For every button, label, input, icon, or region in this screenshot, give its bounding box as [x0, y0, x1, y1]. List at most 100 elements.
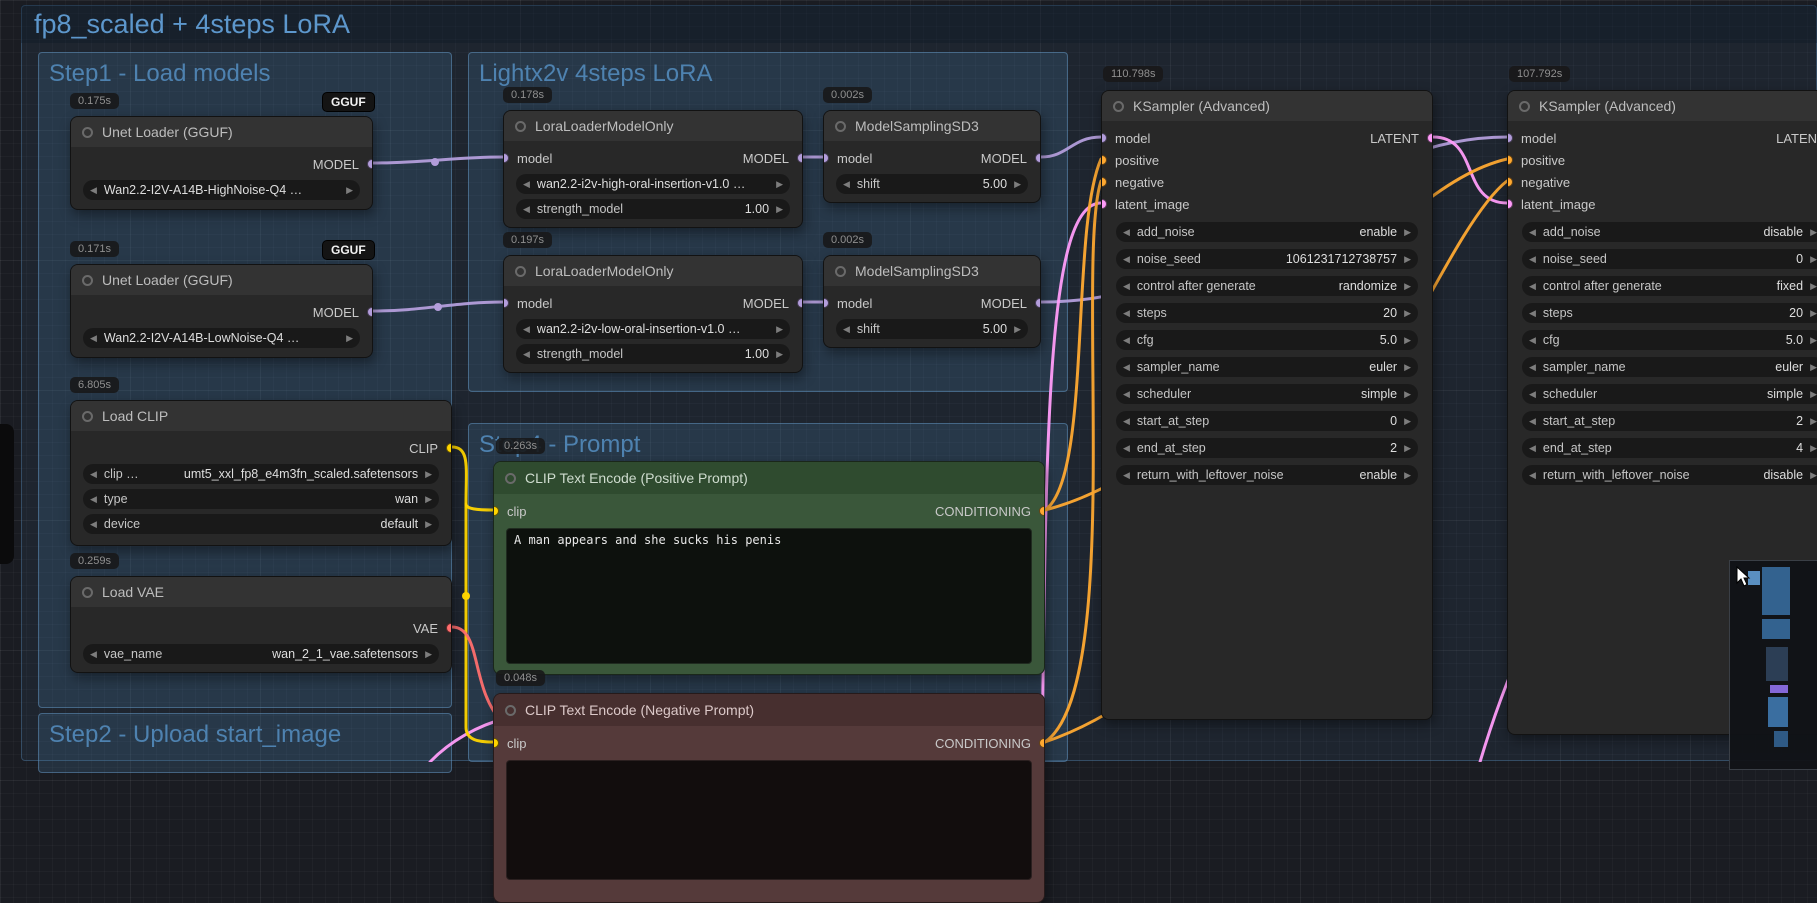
node-header[interactable]: LoraLoaderModelOnly	[504, 111, 802, 141]
unet-name-widget[interactable]: ◀ Wan2.2-I2V-A14B-HighNoise-Q4 … ▶	[83, 180, 360, 200]
add-noise-widget[interactable]: ◀ add_noise enable ▶	[1116, 222, 1418, 242]
node-header[interactable]: CLIP Text Encode (Negative Prompt)	[494, 694, 1044, 726]
collapse-dot-icon[interactable]	[515, 120, 526, 132]
vae-output-slot[interactable]	[446, 623, 451, 633]
device-widget[interactable]: ◀ device default ▶	[83, 514, 439, 534]
next-arrow-icon[interactable]: ▶	[425, 519, 432, 530]
next-arrow-icon[interactable]: ▶	[346, 185, 353, 196]
prev-arrow-icon[interactable]: ◀	[1123, 389, 1130, 400]
node-header[interactable]: Unet Loader (GGUF)	[71, 117, 372, 147]
node-lora-loader-high[interactable]: LoraLoaderModelOnly model MODEL ◀ wan2.2…	[503, 110, 803, 228]
add-noise-widget[interactable]: ◀ add_noise disable ▶	[1522, 222, 1817, 242]
clip-input-slot[interactable]	[494, 506, 499, 516]
model-input-slot[interactable]	[1508, 133, 1513, 143]
node-header[interactable]: LoraLoaderModelOnly	[504, 256, 802, 286]
noise-seed-widget[interactable]: ◀ noise_seed 1061231712738757 ▶	[1116, 249, 1418, 269]
collapse-dot-icon[interactable]	[835, 120, 846, 132]
node-model-sampling-high[interactable]: ModelSamplingSD3 model MODEL ◀ shift 5.0…	[823, 110, 1041, 203]
prev-arrow-icon[interactable]: ◀	[523, 349, 530, 360]
minimap[interactable]	[1729, 560, 1817, 770]
prev-arrow-icon[interactable]: ◀	[90, 185, 97, 196]
prev-arrow-icon[interactable]: ◀	[1529, 443, 1536, 454]
next-arrow-icon[interactable]: ▶	[1810, 362, 1817, 373]
steps-widget[interactable]: ◀ steps 20 ▶	[1116, 303, 1418, 323]
node-clip-text-encode-negative[interactable]: CLIP Text Encode (Negative Prompt) clip …	[493, 693, 1045, 903]
clip-name-widget[interactable]: ◀ clip … umt5_xxl_fp8_e4m3fn_scaled.safe…	[83, 464, 439, 484]
unet-name-widget[interactable]: ◀ Wan2.2-I2V-A14B-LowNoise-Q4 … ▶	[83, 328, 360, 348]
model-output-slot[interactable]	[797, 153, 802, 163]
next-arrow-icon[interactable]: ▶	[1810, 416, 1817, 427]
next-arrow-icon[interactable]: ▶	[1404, 281, 1411, 292]
prev-arrow-icon[interactable]: ◀	[1123, 335, 1130, 346]
vae-name-widget[interactable]: ◀ vae_name wan_2_1_vae.safetensors ▶	[83, 644, 439, 664]
start-at-step-widget[interactable]: ◀ start_at_step 2 ▶	[1522, 411, 1817, 431]
next-arrow-icon[interactable]: ▶	[1810, 281, 1817, 292]
node-unet-loader-high[interactable]: Unet Loader (GGUF) MODEL ◀ Wan2.2-I2V-A1…	[70, 116, 373, 210]
prev-arrow-icon[interactable]: ◀	[1529, 281, 1536, 292]
next-arrow-icon[interactable]: ▶	[1404, 308, 1411, 319]
prev-arrow-icon[interactable]: ◀	[1123, 470, 1130, 481]
cfg-widget[interactable]: ◀ cfg 5.0 ▶	[1116, 330, 1418, 350]
negative-input-slot[interactable]	[1102, 177, 1107, 187]
latent-image-input-slot[interactable]	[1508, 199, 1513, 209]
node-clip-text-encode-positive[interactable]: CLIP Text Encode (Positive Prompt) clip …	[493, 461, 1045, 675]
node-lora-loader-low[interactable]: LoraLoaderModelOnly model MODEL ◀ wan2.2…	[503, 255, 803, 373]
end-at-step-widget[interactable]: ◀ end_at_step 4 ▶	[1522, 438, 1817, 458]
clip-input-slot[interactable]	[494, 738, 499, 748]
prev-arrow-icon[interactable]: ◀	[1529, 416, 1536, 427]
noise-seed-widget[interactable]: ◀ noise_seed 0 ▶	[1522, 249, 1817, 269]
next-arrow-icon[interactable]: ▶	[425, 469, 432, 480]
positive-input-slot[interactable]	[1102, 155, 1107, 165]
next-arrow-icon[interactable]: ▶	[1810, 443, 1817, 454]
negative-prompt-textarea[interactable]	[506, 760, 1032, 880]
prev-arrow-icon[interactable]: ◀	[90, 469, 97, 480]
node-header[interactable]: Unet Loader (GGUF)	[71, 265, 372, 295]
collapse-dot-icon[interactable]	[82, 586, 93, 598]
prev-arrow-icon[interactable]: ◀	[1123, 443, 1130, 454]
node-header[interactable]: KSampler (Advanced)	[1102, 91, 1432, 121]
next-arrow-icon[interactable]: ▶	[776, 179, 783, 190]
node-header[interactable]: ModelSamplingSD3	[824, 256, 1040, 286]
type-widget[interactable]: ◀ type wan ▶	[83, 489, 439, 509]
model-input-slot[interactable]	[824, 298, 829, 308]
scheduler-widget[interactable]: ◀ scheduler simple ▶	[1116, 384, 1418, 404]
prev-arrow-icon[interactable]: ◀	[1529, 254, 1536, 265]
start-at-step-widget[interactable]: ◀ start_at_step 0 ▶	[1116, 411, 1418, 431]
sampler-name-widget[interactable]: ◀ sampler_name euler ▶	[1522, 357, 1817, 377]
next-arrow-icon[interactable]: ▶	[776, 349, 783, 360]
lora-name-widget[interactable]: ◀ wan2.2-i2v-high-oral-insertion-v1.0 … …	[516, 174, 790, 194]
prev-arrow-icon[interactable]: ◀	[1529, 389, 1536, 400]
prev-arrow-icon[interactable]: ◀	[1123, 227, 1130, 238]
next-arrow-icon[interactable]: ▶	[1404, 362, 1411, 373]
clip-output-slot[interactable]	[446, 443, 451, 453]
next-arrow-icon[interactable]: ▶	[346, 333, 353, 344]
next-arrow-icon[interactable]: ▶	[776, 324, 783, 335]
prev-arrow-icon[interactable]: ◀	[1123, 362, 1130, 373]
lora-name-widget[interactable]: ◀ wan2.2-i2v-low-oral-insertion-v1.0 … ▶	[516, 319, 790, 339]
node-model-sampling-low[interactable]: ModelSamplingSD3 model MODEL ◀ shift 5.0…	[823, 255, 1041, 348]
shift-widget[interactable]: ◀ shift 5.00 ▶	[836, 319, 1028, 339]
next-arrow-icon[interactable]: ▶	[1810, 389, 1817, 400]
node-load-vae[interactable]: Load VAE VAE ◀ vae_name wan_2_1_vae.safe…	[70, 576, 452, 673]
collapse-dot-icon[interactable]	[82, 274, 93, 286]
next-arrow-icon[interactable]: ▶	[1014, 179, 1021, 190]
prev-arrow-icon[interactable]: ◀	[90, 519, 97, 530]
prev-arrow-icon[interactable]: ◀	[90, 649, 97, 660]
latent-output-slot[interactable]	[1427, 133, 1432, 143]
next-arrow-icon[interactable]: ▶	[425, 494, 432, 505]
model-output-slot[interactable]	[367, 307, 372, 317]
collapse-dot-icon[interactable]	[505, 472, 516, 484]
prev-arrow-icon[interactable]: ◀	[523, 324, 530, 335]
positive-prompt-textarea[interactable]: A man appears and she sucks his penis	[506, 528, 1032, 664]
next-arrow-icon[interactable]: ▶	[1810, 254, 1817, 265]
model-input-slot[interactable]	[824, 153, 829, 163]
collapse-dot-icon[interactable]	[505, 704, 516, 716]
conditioning-output-slot[interactable]	[1039, 738, 1044, 748]
next-arrow-icon[interactable]: ▶	[1014, 324, 1021, 335]
prev-arrow-icon[interactable]: ◀	[1529, 362, 1536, 373]
node-header[interactable]: ModelSamplingSD3	[824, 111, 1040, 141]
conditioning-output-slot[interactable]	[1039, 506, 1044, 516]
control-after-generate-widget[interactable]: ◀ control after generate fixed ▶	[1522, 276, 1817, 296]
next-arrow-icon[interactable]: ▶	[425, 649, 432, 660]
model-input-slot[interactable]	[504, 298, 509, 308]
